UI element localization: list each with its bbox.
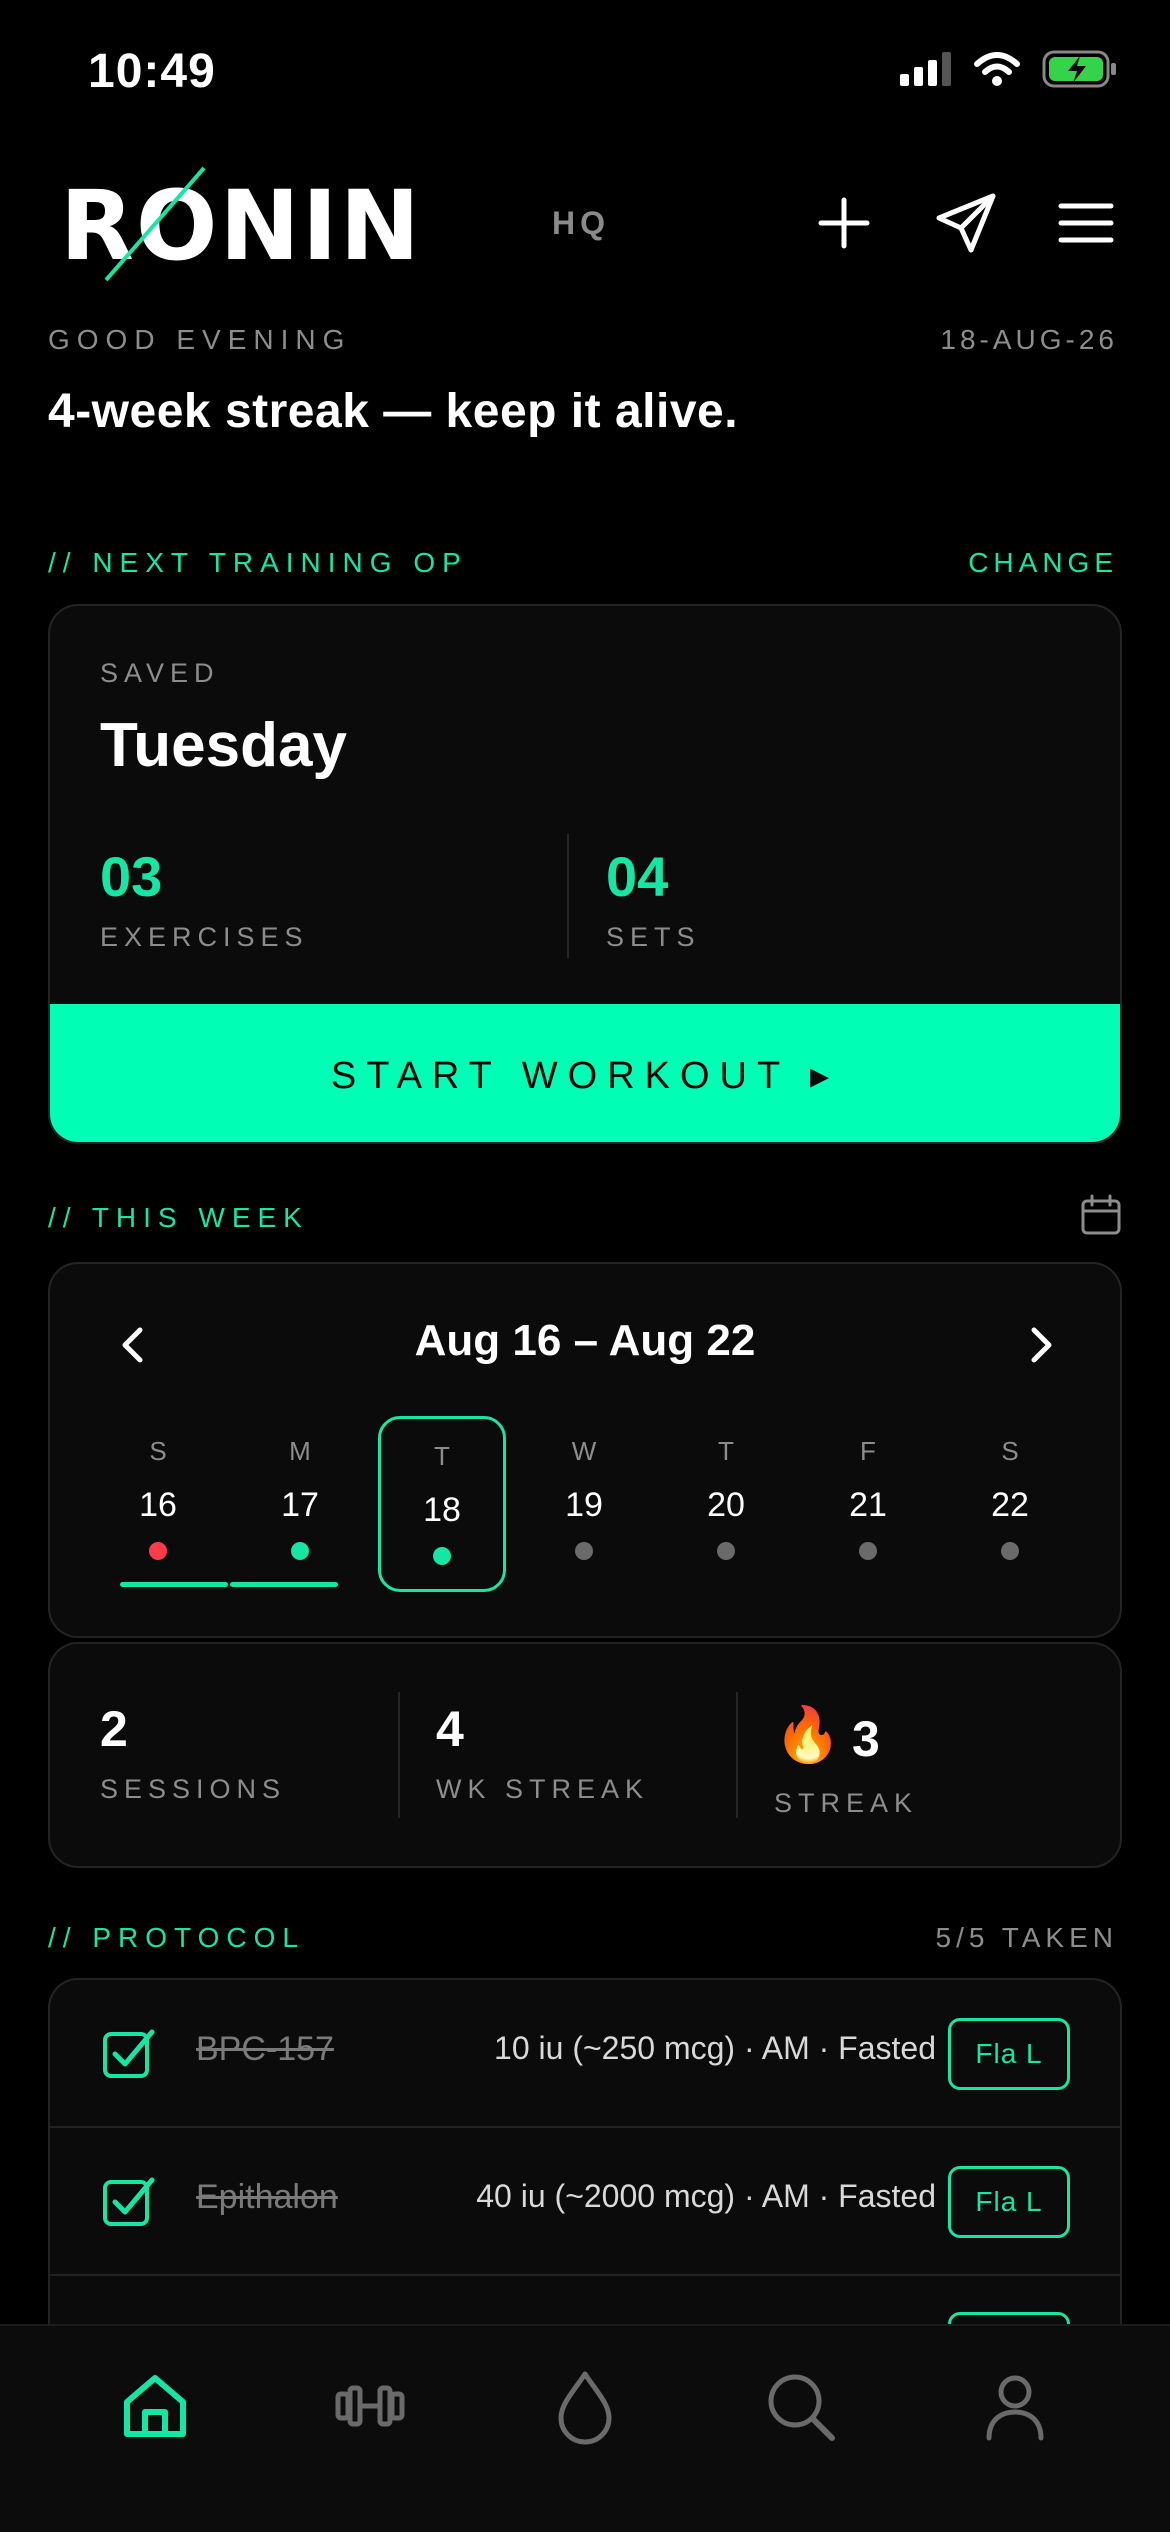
summary-card: 2 SESSIONS 4 WK STREAK 🔥 3 STREAK [48, 1642, 1122, 1868]
summary-divider [736, 1692, 738, 1818]
status-time: 10:49 [88, 45, 216, 98]
protocol-tag-button[interactable]: Fla L [948, 2018, 1070, 2090]
protocol-row[interactable]: BPC-157 10 iu (~250 mcg) · AM · Fasted F… [50, 1980, 1120, 2128]
stat-divider [567, 834, 569, 958]
day-letter: M [289, 1436, 311, 1466]
wifi-icon [974, 52, 1020, 86]
status-icons [900, 50, 1118, 88]
tab-bar [0, 2324, 1170, 2532]
protocol-dose: 40 iu (~2000 mcg) · AM · Fasted [476, 2178, 936, 2214]
greeting-label: GOOD EVENING [48, 324, 352, 355]
checkbox-checked-icon[interactable] [102, 2174, 156, 2228]
day-sun-16[interactable]: S 16 [94, 1414, 222, 1592]
protocol-section-label: // PROTOCOL [48, 1922, 305, 1953]
headline: 4-week streak — keep it alive. [48, 385, 739, 438]
day-number: 20 [707, 1486, 745, 1524]
saved-label: SAVED [100, 658, 220, 688]
streak-label: STREAK [774, 1788, 919, 1818]
logo-slash [104, 166, 206, 282]
saved-day: Tuesday [100, 711, 347, 780]
ronin-logo[interactable]: RONIN [56, 160, 420, 290]
day-fri-21[interactable]: F 21 [804, 1414, 932, 1592]
done-dot [291, 1542, 309, 1560]
home-icon[interactable] [115, 2366, 195, 2446]
next-training-section-label: // NEXT TRAINING OP [48, 547, 468, 578]
send-icon[interactable] [933, 190, 999, 256]
day-number: 18 [423, 1491, 461, 1529]
day-thu-20[interactable]: T 20 [662, 1414, 790, 1592]
day-tue-18-today[interactable]: T 18 [378, 1416, 506, 1592]
search-icon[interactable] [760, 2366, 840, 2446]
streak-bar-16 [120, 1582, 228, 1587]
this-week-section-label: // THIS WEEK [48, 1202, 309, 1233]
missed-dot [149, 1542, 167, 1560]
exercises-value: 03 [100, 845, 163, 908]
hq-label[interactable]: HQ [552, 205, 610, 242]
sessions-value: 2 [100, 1701, 128, 1757]
day-number: 19 [565, 1486, 603, 1524]
day-letter: S [149, 1436, 167, 1466]
signal-icon [900, 52, 951, 86]
upcoming-dot [717, 1542, 735, 1560]
dumbbell-icon[interactable] [330, 2366, 410, 2446]
day-letter: T [718, 1436, 734, 1466]
protocol-name: BPC-157 [196, 2030, 334, 2068]
protocol-row[interactable]: Epithalon 40 iu (~2000 mcg) · AM · Faste… [50, 2128, 1120, 2276]
sessions-label: SESSIONS [100, 1774, 287, 1804]
change-button[interactable]: CHANGE [968, 547, 1118, 579]
streak-bar-17 [230, 1582, 338, 1587]
today-dot [433, 1547, 451, 1565]
calendar-icon[interactable] [1080, 1194, 1122, 1236]
day-letter: F [860, 1436, 876, 1466]
day-letter: T [434, 1441, 450, 1471]
week-card: Aug 16 – Aug 22 S 16 M 17 T 18 W 19 T 20 [48, 1262, 1122, 1638]
day-number: 17 [281, 1486, 319, 1524]
profile-icon[interactable] [975, 2366, 1055, 2446]
day-number: 22 [991, 1486, 1029, 1524]
protocol-dose: 10 iu (~250 mcg) · AM · Fasted [494, 2030, 936, 2066]
wk-streak-label: WK STREAK [436, 1774, 650, 1804]
exercises-label: EXERCISES [100, 922, 309, 952]
upcoming-dot [575, 1542, 593, 1560]
screen: 10:49 RONIN HQ GOOD EVENING 18-AUG-26 4-… [0, 0, 1170, 2532]
chevron-right-icon[interactable] [1018, 1322, 1064, 1368]
day-sat-22[interactable]: S 22 [946, 1414, 1074, 1592]
protocol-taken-count: 5/5 TAKEN [935, 1922, 1118, 1953]
sets-label: SETS [606, 922, 701, 952]
plus-icon[interactable] [811, 190, 877, 256]
drop-icon[interactable] [545, 2366, 625, 2446]
day-number: 21 [849, 1486, 887, 1524]
day-letter: W [571, 1436, 597, 1466]
day-wed-19[interactable]: W 19 [520, 1414, 648, 1592]
date-label: 18-AUG-26 [940, 324, 1118, 355]
fire-icon: 🔥 [774, 1705, 842, 1765]
summary-divider [398, 1692, 400, 1818]
streak-value: 3 [852, 1711, 880, 1767]
protocol-tag-button[interactable]: Fla L [948, 2166, 1070, 2238]
day-mon-17[interactable]: M 17 [236, 1414, 364, 1592]
protocol-name: Epithalon [196, 2178, 338, 2216]
start-workout-button[interactable]: START WORKOUT ▸ [50, 1004, 1120, 1142]
checkbox-checked-icon[interactable] [102, 2026, 156, 2080]
upcoming-dot [1001, 1542, 1019, 1560]
next-training-card: SAVED Tuesday 03 EXERCISES 04 SETS START… [48, 604, 1122, 1144]
day-number: 16 [139, 1486, 177, 1524]
day-letter: S [1001, 1436, 1019, 1466]
week-range: Aug 16 – Aug 22 [414, 1316, 756, 1365]
upcoming-dot [859, 1542, 877, 1560]
wk-streak-value: 4 [436, 1701, 464, 1757]
sets-value: 04 [606, 845, 669, 908]
battery-icon [1042, 50, 1116, 88]
menu-icon[interactable] [1053, 190, 1119, 256]
